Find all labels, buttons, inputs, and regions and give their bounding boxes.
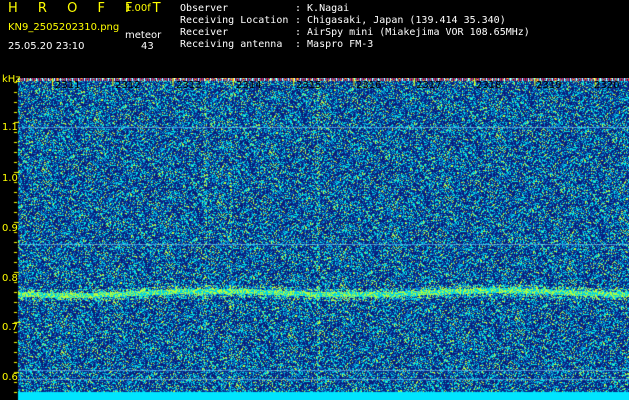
info-value-location: : Chigasaki, Japan (139.414 35.340)	[295, 15, 506, 26]
x-tick-label: 2311	[55, 80, 81, 91]
meteor-count: 43	[141, 41, 154, 52]
y-tick-label: 0.6	[2, 372, 18, 383]
info-label-receiver: Receiver	[180, 27, 229, 38]
date-time: 25.05.20 23:10	[8, 41, 85, 52]
spectrogram-plot	[0, 78, 629, 400]
y-tick-label: 0.7	[2, 322, 18, 333]
y-tick-label: 1.1	[2, 122, 18, 133]
info-label-antenna: Receiving antenna	[180, 39, 283, 50]
x-tick-label: 2315	[296, 80, 322, 91]
x-tick-label: 2318	[476, 80, 502, 91]
info-value-antenna: : Maspro FM-3	[295, 39, 374, 50]
x-tick-label: 2312	[115, 80, 141, 91]
info-value-observer: : K.Nagai	[295, 3, 350, 14]
x-tick-label: 2319	[536, 80, 562, 91]
info-value-receiver: : AirSpy mini (Miakejima VOR 108.65MHz)	[295, 27, 530, 38]
y-tick-label: 1.0	[2, 173, 18, 184]
x-tick-label: 2314	[236, 80, 262, 91]
x-tick-label: 2316	[356, 80, 382, 91]
header-panel: H R O F F T 1.00f KN9_2505202310.png 25.…	[0, 0, 629, 78]
y-tick-label: 0.8	[2, 273, 18, 284]
y-axis-unit: kHz	[2, 74, 21, 85]
y-tick-label: 0.9	[2, 223, 18, 234]
info-label-location: Receiving Location	[180, 15, 289, 26]
x-tick-label: 2317	[416, 80, 442, 91]
app-version: 1.00f	[125, 3, 151, 14]
info-label-observer: Observer	[180, 3, 229, 14]
x-tick-label: 2320	[594, 80, 620, 91]
x-tick-label: 2313	[176, 80, 202, 91]
file-name: KN9_2505202310.png	[8, 22, 120, 33]
